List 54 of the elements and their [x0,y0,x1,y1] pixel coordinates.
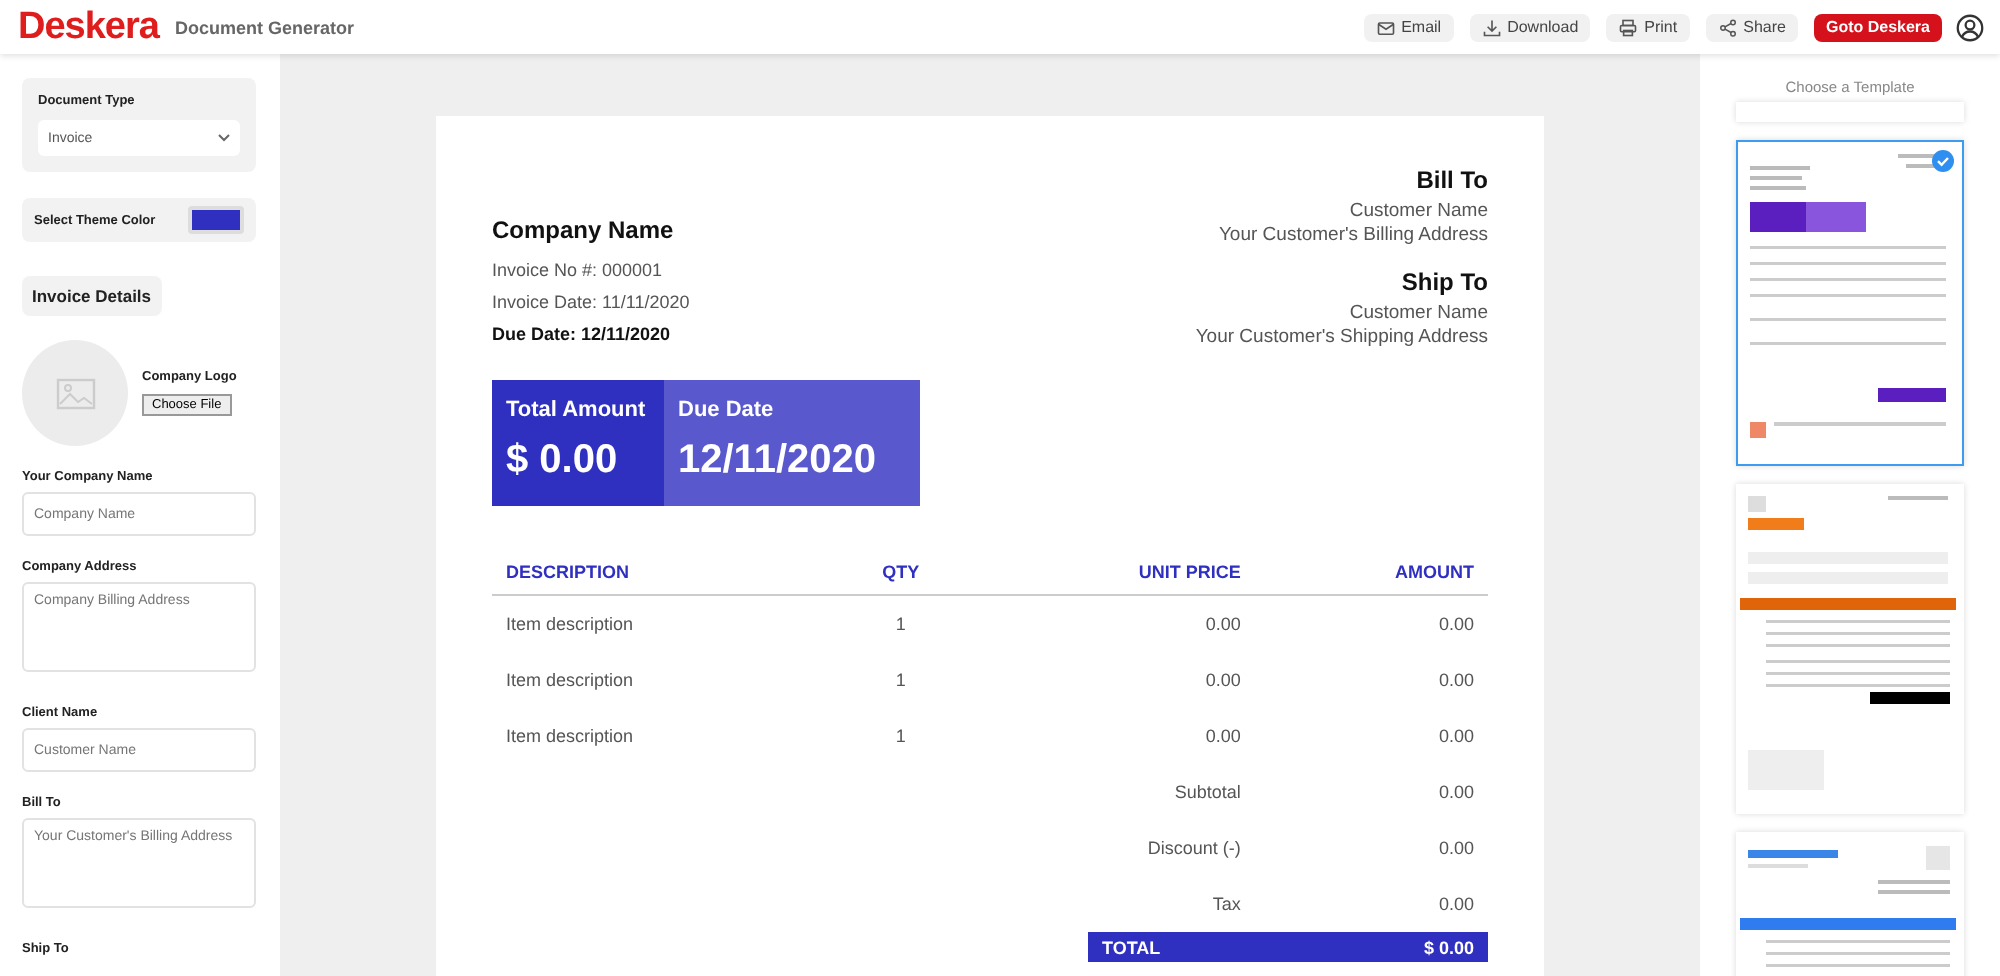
toolbar-button[interactable]: Download [1469,13,1591,41]
share-icon [1717,17,1738,37]
table-cell-text: 1 [893,668,908,694]
panel-label: Total Amount [506,398,648,422]
ship-to-heading: Ship To [1399,270,1488,294]
invoice-date: Invoice Date: 11/11/2020 [492,290,690,316]
table-cell: 1 [829,595,972,652]
panel-value: $ 0.00 [506,438,620,484]
logo[interactable]: Deskera [18,5,159,49]
column-header: DESCRIPTION [492,550,830,595]
email-icon [1375,17,1396,37]
image-icon [55,377,95,409]
column-header: AMOUNT [1254,550,1488,595]
app-subtitle: Document Generator [174,17,354,37]
due-date: Due Date: 12/11/2020 [492,322,673,348]
panel-label: Due Date [678,398,776,422]
table-cell-text: 0.00 [1436,724,1476,750]
total-bar: TOTAL $ 0.00 [1088,932,1488,962]
print-icon [1618,17,1639,37]
user-avatar-icon[interactable] [1956,13,1984,41]
customer-name: Customer Name [1347,200,1488,224]
check-icon [1932,150,1954,172]
summary-label: Tax [1210,892,1243,918]
invoice-number: Invoice No #: 000001 [492,258,665,284]
goto-button[interactable]: Goto Deskera [1813,13,1942,41]
table-cell-text: Item description [504,668,636,694]
column-header: UNIT PRICE [971,550,1255,595]
toolbar-button[interactable]: Email [1363,13,1454,41]
table-cell-text: 0.00 [1203,724,1243,750]
summary-value: 0.00 [1436,780,1476,806]
toolbar-button[interactable]: Share [1705,13,1798,41]
summary-label: Discount (-) [1145,836,1243,862]
section-heading: Invoice Details [22,276,162,316]
table-cell: Item description [492,595,830,652]
table-cell-text: 1 [893,724,908,750]
billing-address: Your Customer's Billing Address [1216,224,1488,248]
table-cell: 0.00 [1254,595,1488,652]
chevron-down-icon [218,134,230,142]
column-header: QTY [829,550,972,595]
table-cell-text: 0.00 [1436,668,1476,694]
download-icon [1481,17,1502,37]
table-cell: 0.00 [971,595,1255,652]
toolbar-button[interactable]: Print [1606,13,1690,41]
table-cell-text: Item description [504,724,636,750]
table-cell-text: 0.00 [1203,668,1243,694]
bill-to-heading: Bill To [1414,168,1488,192]
customer-name: Customer Name [1347,302,1488,326]
summary-value: 0.00 [1436,892,1476,918]
company-name: Company Name [492,216,676,244]
panel-value: 12/11/2020 [678,438,878,484]
summary-value: 0.00 [1436,836,1476,862]
color-swatch[interactable] [188,206,244,234]
summary-label: Subtotal [1172,780,1243,806]
shipping-address: Your Customer's Shipping Address [1195,326,1488,350]
